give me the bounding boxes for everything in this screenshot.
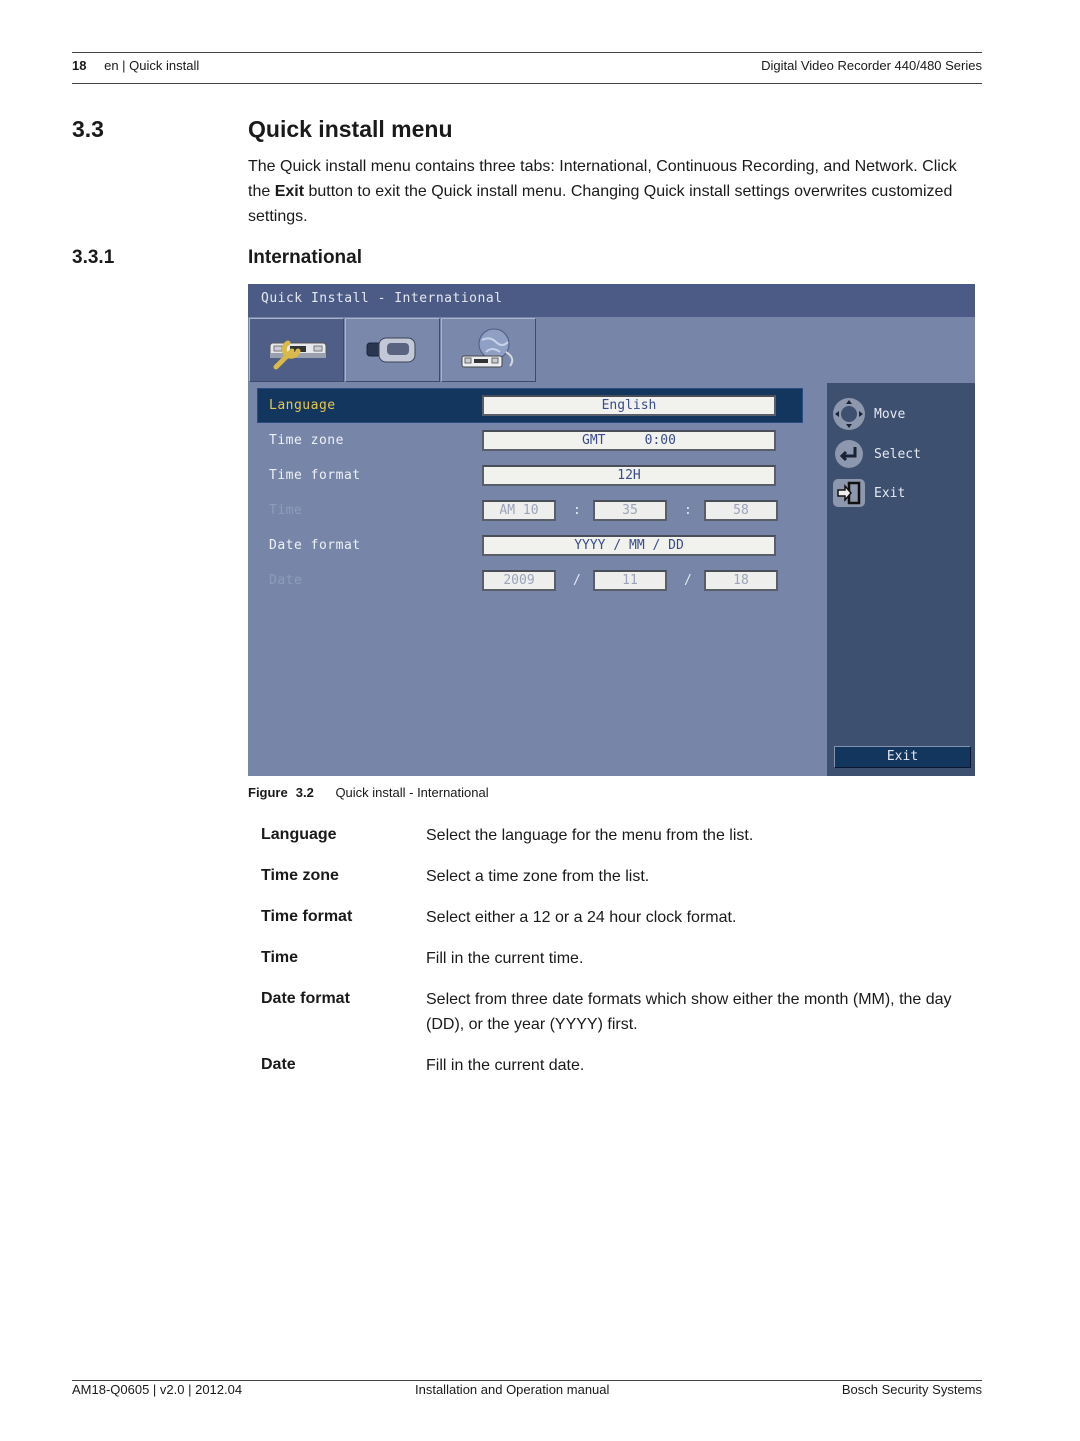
page-number: 18 <box>72 58 87 73</box>
time-separator: : <box>684 503 692 518</box>
subsection-number: 3.3.1 <box>72 247 115 268</box>
definition-description: Select a time zone from the list. <box>426 868 650 885</box>
dvr-title-bar: Quick Install - International <box>248 284 975 317</box>
legend-exit: Exit <box>832 478 905 508</box>
date-month-field[interactable]: 11 <box>593 570 667 591</box>
time-zone-label: Time zone <box>269 433 344 448</box>
wrench-recorder-icon <box>269 340 326 370</box>
footer-company: Bosch Security Systems <box>841 1382 982 1397</box>
section-intro: The Quick install menu contains three ta… <box>248 154 983 229</box>
date-format-label: Date format <box>269 538 361 553</box>
time-hour-field[interactable]: AM 10 <box>482 500 556 521</box>
tab-international[interactable] <box>249 318 344 382</box>
section-number: 3.3 <box>72 116 104 142</box>
legend-select: Select <box>832 439 921 469</box>
date-year-field[interactable]: 2009 <box>482 570 556 591</box>
legend-select-label: Select <box>874 446 921 462</box>
direction-pad-icon <box>833 398 865 430</box>
tab-network[interactable] <box>441 318 536 382</box>
globe-network-icon <box>461 328 513 368</box>
date-day-field[interactable]: 18 <box>704 570 778 591</box>
dvr-tab-bar <box>248 317 975 383</box>
section-title: Quick install menu <box>248 116 453 142</box>
date-separator: / <box>573 573 581 588</box>
definition-description: Select from three date formats which sho… <box>426 991 952 1033</box>
intro-text-rest: button to exit the Quick install menu. C… <box>248 183 953 225</box>
figure-label: Figure <box>248 785 288 800</box>
enter-key-icon <box>835 440 863 468</box>
definition-term: Date format <box>261 990 350 1007</box>
legend-move: Move <box>832 397 905 431</box>
definition-term: Language <box>261 826 337 843</box>
footer-rule <box>72 1380 982 1381</box>
time-zone-field[interactable]: GMT 0:00 <box>482 430 776 451</box>
header-rule-top <box>72 52 982 53</box>
definition-description: Select either a 12 or a 24 hour clock fo… <box>426 909 737 926</box>
legend-move-label: Move <box>874 406 906 422</box>
date-format-field[interactable]: YYYY / MM / DD <box>482 535 776 556</box>
definition-description: Fill in the current time. <box>426 950 584 967</box>
header-section: en | Quick install <box>104 58 200 73</box>
definition-term: Time <box>261 949 299 966</box>
page-header-left: 18 en | Quick install <box>72 58 199 73</box>
date-separator: / <box>684 573 692 588</box>
figure-caption: Figure 3.2 Quick install - International <box>248 785 489 800</box>
time-separator: : <box>573 503 581 518</box>
exit-door-icon <box>833 479 865 507</box>
intro-exit-bold: Exit <box>274 183 305 200</box>
header-rule-bottom <box>72 83 982 84</box>
time-minute-field[interactable]: 35 <box>593 500 667 521</box>
footer-doc-type: Installation and Operation manual <box>415 1382 610 1397</box>
definition-term: Date <box>261 1056 296 1073</box>
date-label: Date <box>269 573 303 588</box>
legend-exit-label: Exit <box>874 485 906 501</box>
footer-doc-id: AM18-Q0605 | v2.0 | 2012.04 <box>72 1382 243 1397</box>
dvr-title: Quick Install - International <box>261 291 503 306</box>
definition-description: Fill in the current date. <box>426 1057 585 1074</box>
figure-caption-text: Quick install - International <box>335 785 489 800</box>
time-format-field[interactable]: 12H <box>482 465 776 486</box>
tab-continuous-recording[interactable] <box>345 318 440 382</box>
time-label: Time <box>269 503 303 518</box>
time-format-label: Time format <box>269 468 361 483</box>
figure-number: 3.2 <box>295 785 314 800</box>
exit-button[interactable]: Exit <box>834 746 971 768</box>
language-field[interactable]: English <box>482 395 776 416</box>
definition-term: Time format <box>261 908 353 925</box>
definition-description: Select the language for the menu from th… <box>426 827 754 844</box>
subsection-title: International <box>248 247 363 268</box>
header-product: Digital Video Recorder 440/480 Series <box>761 58 982 73</box>
dvr-quick-install-screen: Quick Install - International Language E… <box>248 284 975 776</box>
definition-term: Time zone <box>261 867 339 884</box>
time-second-field[interactable]: 58 <box>704 500 778 521</box>
language-label: Language <box>269 398 336 413</box>
dvr-side-panel: Move Select Exit Exit <box>827 383 975 776</box>
camera-icon <box>366 337 415 363</box>
